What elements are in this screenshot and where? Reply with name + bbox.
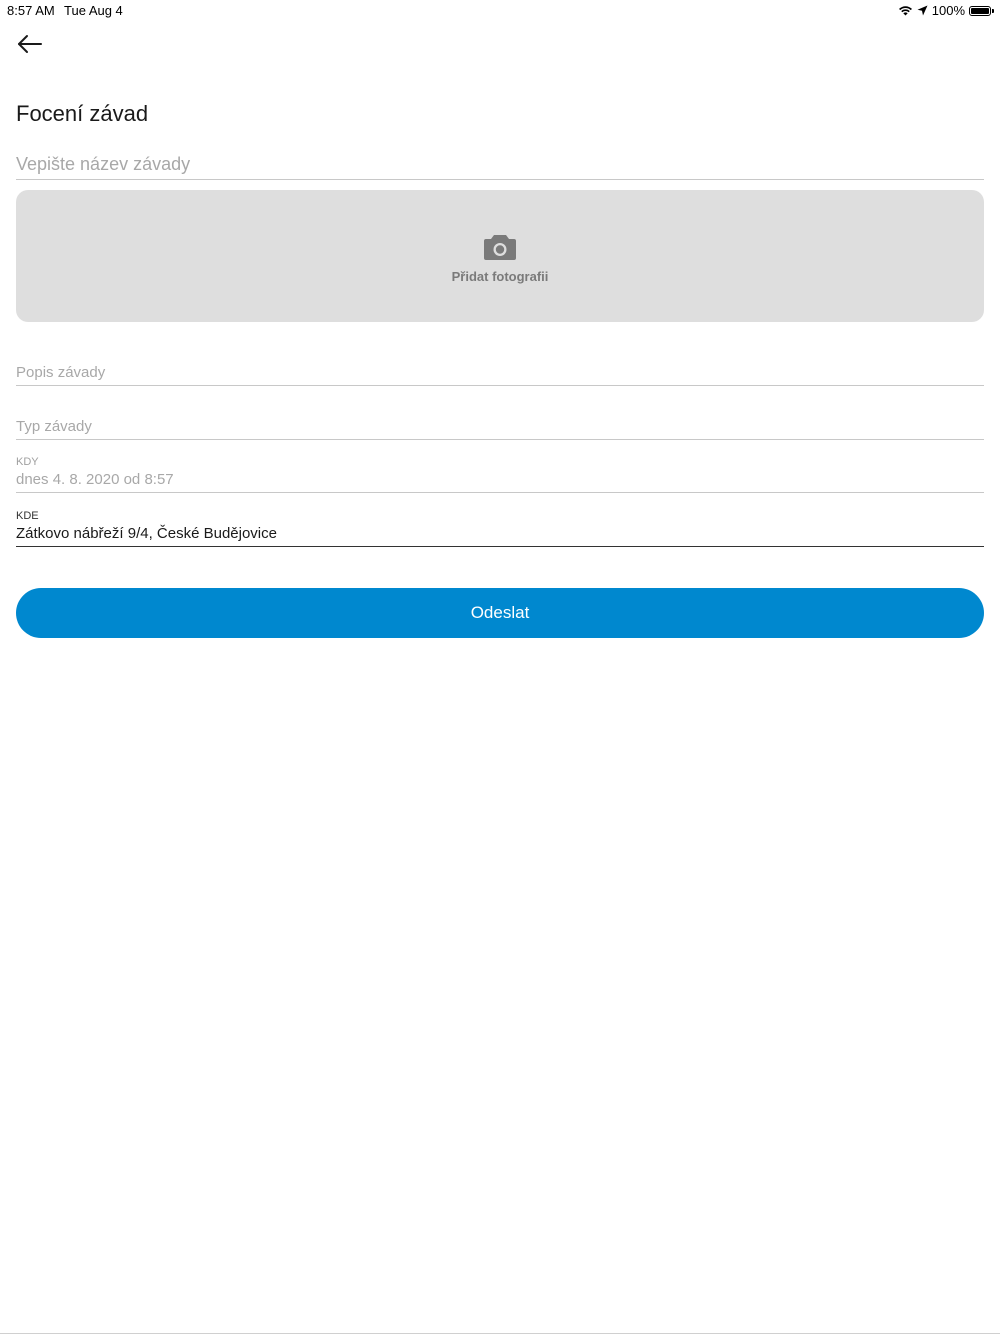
submit-button[interactable]: Odeslat xyxy=(16,588,984,638)
where-value: Zátkovo nábřeží 9/4, České Budějovice xyxy=(16,525,277,542)
back-button[interactable] xyxy=(16,30,44,58)
location-arrow-icon xyxy=(917,5,928,16)
where-label: KDE xyxy=(16,510,39,522)
battery-percent: 100% xyxy=(931,3,965,18)
status-time: 8:57 AM xyxy=(7,3,55,18)
where-field[interactable]: KDE Zátkovo nábřeží 9/4, České Budějovic… xyxy=(16,506,984,547)
status-date: Tue Aug 4 xyxy=(64,3,123,18)
battery-fill xyxy=(971,7,989,14)
battery-tip xyxy=(992,8,994,13)
defect-name-input[interactable] xyxy=(16,150,984,180)
battery-icon xyxy=(969,5,991,16)
add-photo-label: Přidat fotografii xyxy=(451,269,549,284)
description-placeholder: Popis závady xyxy=(16,364,106,381)
status-indicators: 100% xyxy=(898,3,994,18)
defect-type-field[interactable]: Typ závady xyxy=(16,406,984,440)
wifi-icon xyxy=(898,6,912,16)
when-value: dnes 4. 8. 2020 od 8:57 xyxy=(16,471,174,488)
when-label: KDY xyxy=(16,456,39,468)
add-photo-button[interactable]: Přidat fotografii xyxy=(16,190,984,322)
camera-icon xyxy=(484,235,516,260)
status-bar: 8:57 AM Tue Aug 4 100% xyxy=(0,0,1000,20)
screen: 8:57 AM Tue Aug 4 100% Focení závad Vepi… xyxy=(0,0,1000,1334)
when-field[interactable]: KDY dnes 4. 8. 2020 od 8:57 xyxy=(16,452,984,493)
description-field[interactable]: Popis závady xyxy=(16,352,984,386)
arrow-left-icon xyxy=(18,35,42,53)
page-title: Focení závad xyxy=(16,101,149,126)
defect-type-placeholder: Typ závady xyxy=(16,418,92,435)
